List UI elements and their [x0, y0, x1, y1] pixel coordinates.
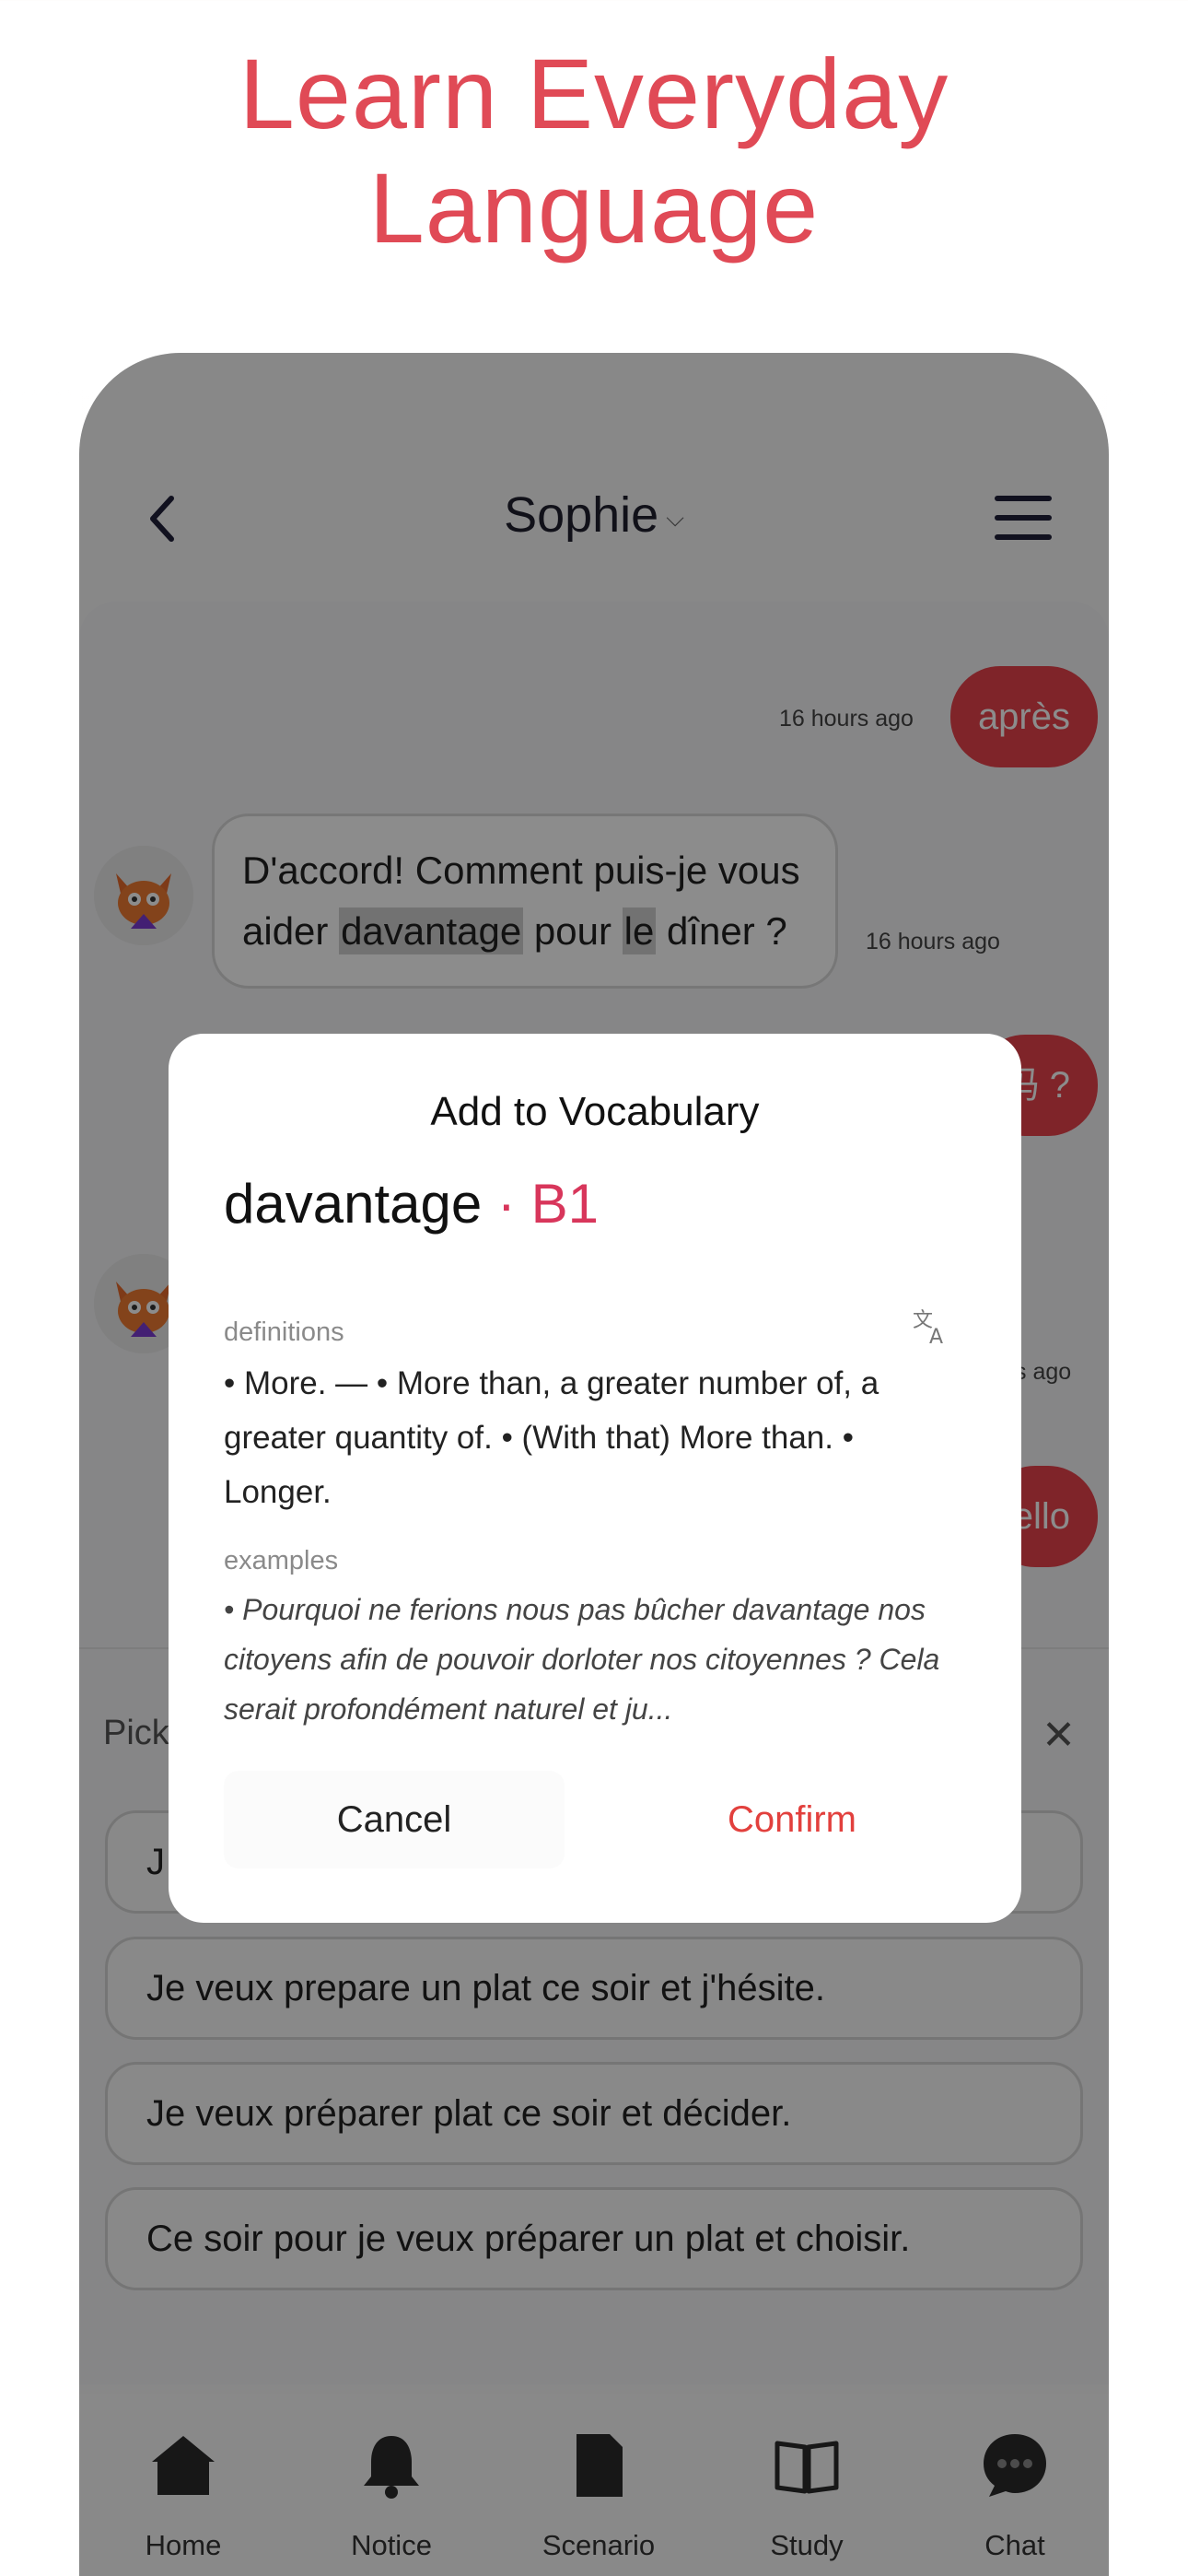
headline-line-1: Learn Everyday — [239, 38, 949, 149]
cancel-button[interactable]: Cancel — [224, 1771, 565, 1868]
definitions-text: • More. — • More than, a greater number … — [224, 1365, 879, 1510]
headline-line-2: Language — [368, 152, 820, 263]
confirm-button[interactable]: Confirm — [622, 1771, 962, 1868]
examples-label: examples — [224, 1546, 339, 1575]
svg-text:A: A — [929, 1326, 943, 1347]
device-frame-left — [0, 396, 81, 2576]
add-vocabulary-dialog: Add to Vocabulary davantage · B1 definit… — [169, 1034, 1021, 1923]
page-headline: Learn Everyday Language — [0, 37, 1188, 265]
device-frame-right — [1107, 396, 1188, 2576]
translate-icon[interactable]: 文 A — [911, 1306, 951, 1347]
vocabulary-word: davantage · B1 — [224, 1172, 599, 1235]
dialog-title: Add to Vocabulary — [430, 1089, 760, 1134]
examples-text: • Pourquoi ne ferions nous pas bûcher da… — [224, 1593, 940, 1726]
definitions-label: definitions — [224, 1317, 344, 1347]
cefr-level-badge: · B1 — [482, 1173, 599, 1235]
word-text: davantage — [224, 1173, 483, 1235]
